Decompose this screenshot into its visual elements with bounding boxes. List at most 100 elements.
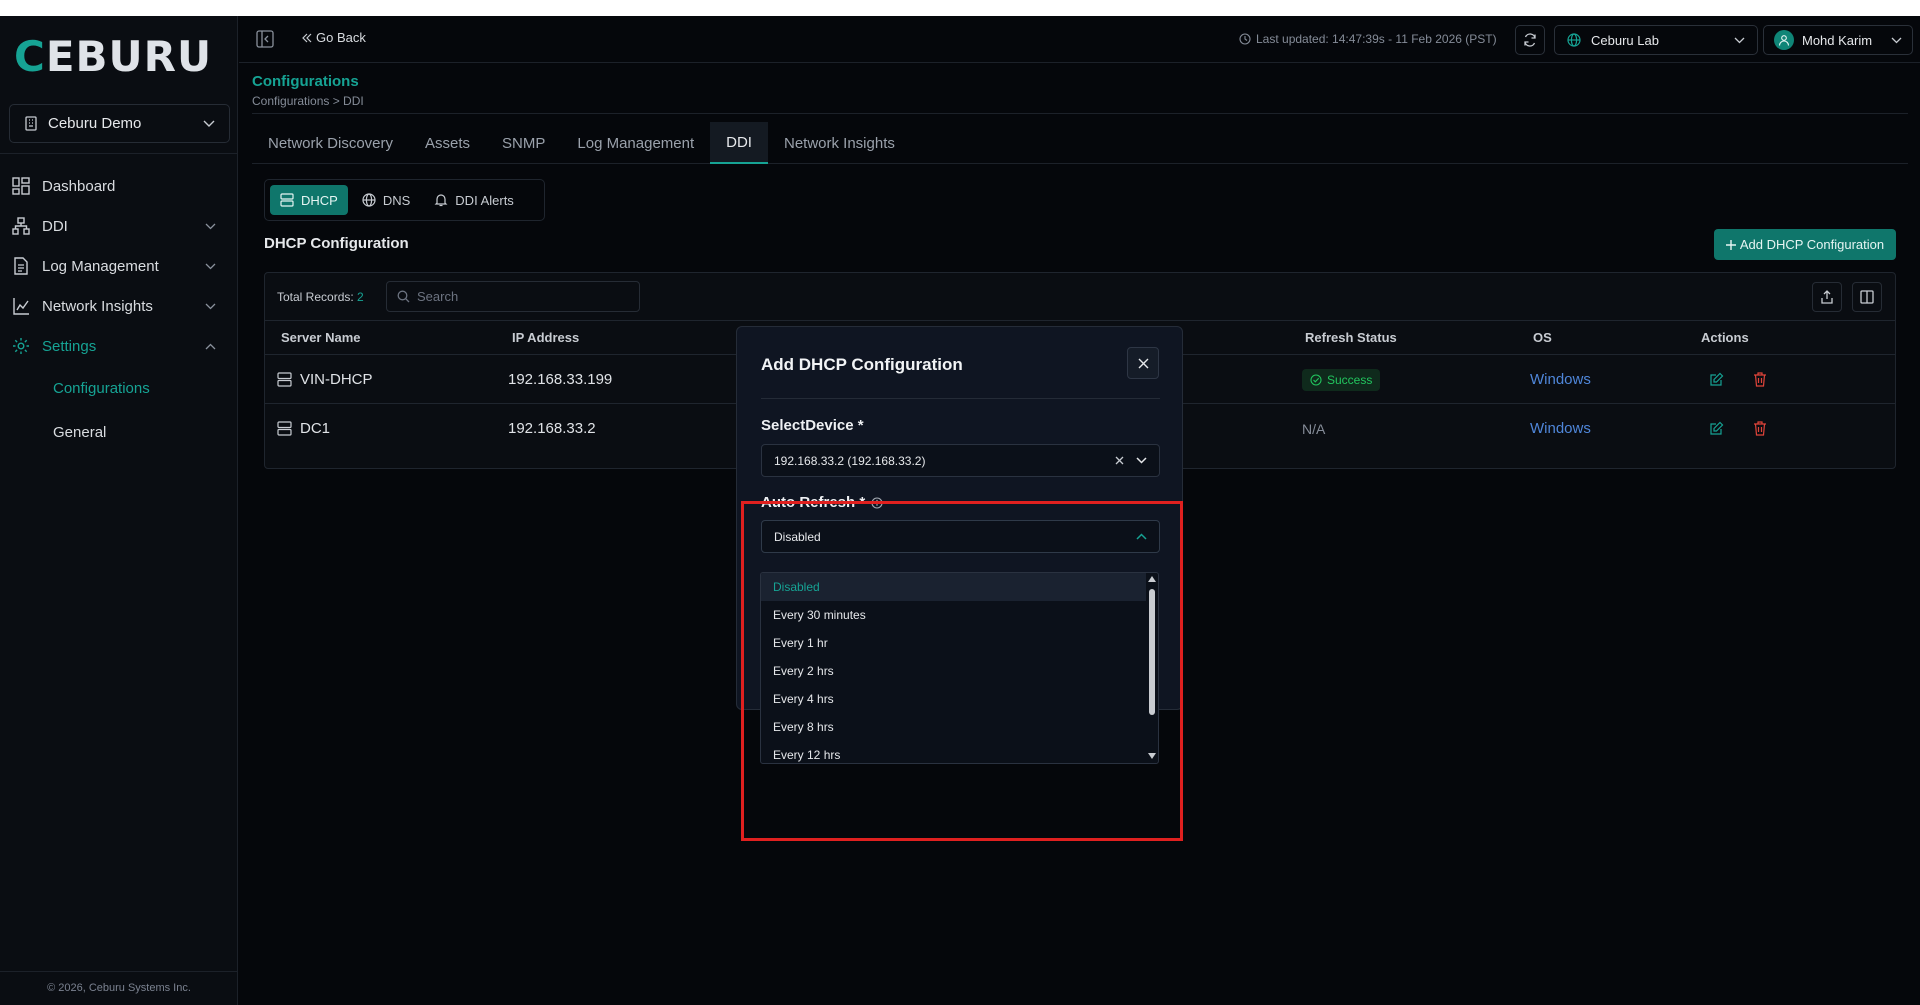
ddi-subtabs: DHCP DNS DDI Alerts	[264, 179, 545, 221]
total-count: 2	[357, 289, 364, 304]
sidebar-item-label: Network Insights	[42, 297, 153, 315]
copyright-text: © 2026, Ceburu Systems Inc.	[47, 982, 191, 994]
ip-address: 192.168.33.199	[508, 371, 613, 388]
header-divider	[252, 113, 1908, 114]
modal-divider	[761, 398, 1160, 399]
chevron-down-icon	[203, 120, 215, 128]
search-placeholder: Search	[417, 289, 459, 304]
org-select[interactable]: Ceburu Demo	[9, 104, 230, 143]
avatar	[1774, 30, 1794, 50]
gear-icon	[12, 337, 30, 355]
server-name: DC1	[300, 420, 331, 437]
trash-icon	[1753, 372, 1767, 387]
columns-button[interactable]	[1852, 282, 1882, 312]
highlight-box	[741, 501, 1183, 841]
user-menu[interactable]: Mohd Karim	[1763, 25, 1913, 55]
chevron-up-icon	[205, 343, 216, 350]
refresh-icon	[1523, 33, 1537, 47]
table-toolbar: Total Records: 2 Search	[265, 273, 1895, 321]
app-window: C EBURU Ceburu Demo Dashboard DDI Log Ma…	[0, 16, 1920, 1005]
ip-address: 192.168.33.2	[508, 420, 596, 437]
search-input[interactable]: Search	[386, 281, 640, 312]
total-label: Total Records:	[277, 289, 354, 304]
breadcrumb: Configurations > DDI	[252, 94, 364, 108]
refresh-status-cell: Success	[1302, 355, 1381, 404]
col-server-name[interactable]: Server Name	[281, 330, 361, 345]
logo-rest: EBURU	[45, 32, 213, 81]
last-updated-text: Last updated: 14:47:39s - 11 Feb 2026 (P…	[1256, 32, 1497, 46]
delete-button[interactable]	[1753, 404, 1767, 453]
building-icon	[24, 116, 38, 131]
clock-icon	[1239, 33, 1251, 45]
sidebar-divider	[0, 971, 238, 972]
col-ip-address[interactable]: IP Address	[512, 330, 579, 345]
refresh-button[interactable]	[1515, 25, 1545, 55]
subtab-dns[interactable]: DNS	[352, 185, 420, 215]
tab-network-insights[interactable]: Network Insights	[768, 122, 911, 164]
lab-select[interactable]: Ceburu Lab	[1554, 25, 1758, 55]
chevron-down-icon	[1891, 37, 1902, 44]
sidebar-item-settings[interactable]: Settings	[0, 326, 238, 366]
os-link[interactable]: Windows	[1530, 355, 1591, 404]
edit-button[interactable]	[1709, 404, 1724, 453]
dashboard-icon	[12, 177, 30, 195]
edit-icon	[1709, 421, 1724, 436]
export-button[interactable]	[1812, 282, 1842, 312]
export-icon	[1820, 290, 1834, 304]
server-icon	[277, 372, 292, 387]
edit-button[interactable]	[1709, 355, 1724, 404]
subtab-label: DHCP	[301, 192, 338, 208]
trash-icon	[1753, 421, 1767, 436]
sidebar-item-ddi[interactable]: DDI	[0, 206, 238, 246]
chevron-down-icon[interactable]	[1136, 457, 1147, 464]
logo: C EBURU	[14, 36, 212, 78]
tab-assets[interactable]: Assets	[409, 122, 486, 164]
delete-button[interactable]	[1753, 355, 1767, 404]
sidebar-subitem-general[interactable]: General	[0, 410, 238, 454]
sidebar-nav: Dashboard DDI Log Management Network Ins…	[0, 166, 238, 454]
double-chevron-left-icon	[302, 33, 312, 43]
col-actions: Actions	[1701, 330, 1749, 345]
last-updated: Last updated: 14:47:39s - 11 Feb 2026 (P…	[1239, 32, 1497, 46]
tab-ddi[interactable]: DDI	[710, 122, 768, 164]
clear-icon[interactable]	[1115, 456, 1124, 465]
server-icon	[277, 421, 292, 436]
globe-icon	[1567, 33, 1581, 47]
logo-lead: C	[14, 32, 46, 81]
col-os[interactable]: OS	[1533, 330, 1552, 345]
sidebar-subitem-configurations[interactable]: Configurations	[0, 366, 238, 410]
go-back-link[interactable]: Go Back	[302, 30, 366, 45]
add-dhcp-configuration-button[interactable]: Add DHCP Configuration	[1714, 229, 1896, 260]
chevron-down-icon	[205, 223, 216, 230]
sidebar-toggle-icon[interactable]	[256, 30, 274, 48]
topbar: Go Back Last updated: 14:47:39s - 11 Feb…	[239, 16, 1920, 63]
subtab-label: DDI Alerts	[455, 192, 514, 208]
sidebar-item-dashboard[interactable]: Dashboard	[0, 166, 238, 206]
select-device-field[interactable]: 192.168.33.2 (192.168.33.2)	[761, 444, 1160, 477]
os-link[interactable]: Windows	[1530, 404, 1591, 453]
bell-icon	[434, 193, 448, 207]
sidebar-item-network-insights[interactable]: Network Insights	[0, 286, 238, 326]
edit-icon	[1709, 372, 1724, 387]
server-icon	[280, 193, 294, 207]
add-button-label: Add DHCP Configuration	[1739, 237, 1885, 252]
chevron-down-icon	[1734, 37, 1745, 44]
col-refresh-status[interactable]: Refresh Status	[1305, 330, 1397, 345]
chevron-down-icon	[205, 263, 216, 270]
sidebar-item-label: DDI	[42, 217, 68, 235]
total-records: Total Records: 2	[277, 290, 364, 304]
lab-name: Ceburu Lab	[1591, 32, 1659, 48]
tab-snmp[interactable]: SNMP	[486, 122, 561, 164]
status-text: N/A	[1302, 420, 1326, 437]
modal-title: Add DHCP Configuration	[761, 355, 963, 374]
status-text: Success	[1327, 372, 1373, 387]
subtab-ddi-alerts[interactable]: DDI Alerts	[424, 185, 524, 215]
sidebar-item-log-management[interactable]: Log Management	[0, 246, 238, 286]
tab-log-management[interactable]: Log Management	[561, 122, 710, 164]
subtab-dhcp[interactable]: DHCP	[270, 185, 348, 215]
sidebar-item-label: Settings	[42, 337, 97, 355]
close-button[interactable]	[1127, 347, 1159, 379]
status-badge: Success	[1302, 368, 1381, 391]
tab-network-discovery[interactable]: Network Discovery	[252, 122, 409, 164]
go-back-label: Go Back	[316, 30, 366, 45]
